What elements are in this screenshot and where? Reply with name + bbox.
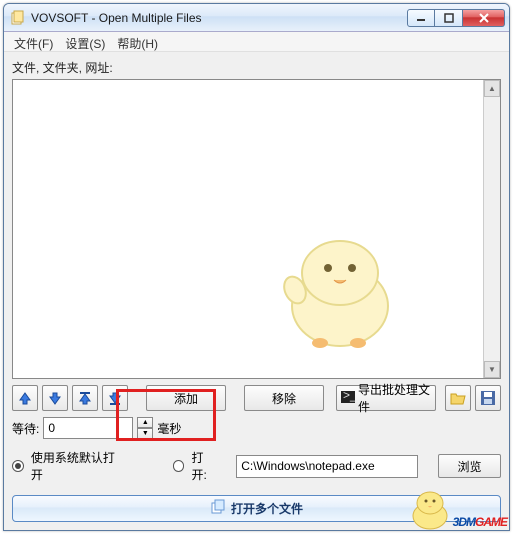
open-files-button[interactable]: 打开多个文件 [12, 495, 501, 522]
toolbar: 添加 移除 >_ 导出批处理文件 [12, 385, 501, 411]
app-window: VOVSOFT - Open Multiple Files 文件(F) 设置(S… [3, 3, 510, 531]
wait-input[interactable] [43, 417, 133, 439]
window-title: VOVSOFT - Open Multiple Files [31, 11, 407, 25]
add-button-label: 添加 [174, 390, 198, 407]
spin-down-button[interactable]: ▼ [137, 428, 153, 439]
menu-settings[interactable]: 设置(S) [59, 34, 111, 49]
wait-label: 等待: [12, 420, 39, 437]
radio-system-default-label: 使用系统默认打开 [31, 449, 125, 483]
window-buttons [407, 9, 505, 27]
menu-bar: 文件(F) 设置(S) 帮助(H) [4, 32, 509, 52]
list-label: 文件, 文件夹, 网址: [12, 59, 501, 76]
move-up-button[interactable] [12, 385, 38, 411]
close-button[interactable] [463, 9, 505, 27]
copy-icon [210, 499, 226, 518]
maximize-button[interactable] [435, 9, 463, 27]
titlebar[interactable]: VOVSOFT - Open Multiple Files [4, 4, 509, 32]
minimize-button[interactable] [407, 9, 435, 27]
wait-row: 等待: ▲▼ 毫秒 [12, 417, 501, 439]
remove-button[interactable]: 移除 [244, 385, 324, 411]
save-button[interactable] [475, 385, 501, 411]
scroll-down-button[interactable]: ▼ [484, 361, 500, 378]
open-folder-button[interactable] [445, 385, 471, 411]
open-method-row: 使用系统默认打开 打开: 浏览 [12, 449, 501, 483]
svg-text:>_: >_ [343, 391, 355, 402]
app-icon [10, 10, 26, 26]
file-list[interactable]: ▲ ▼ [12, 79, 501, 379]
menu-file[interactable]: 文件(F) [8, 34, 59, 49]
menu-help[interactable]: 帮助(H) [111, 34, 164, 49]
spin-up-button[interactable]: ▲ [137, 417, 153, 428]
export-batch-button[interactable]: >_ 导出批处理文件 [336, 385, 436, 411]
move-top-button[interactable] [72, 385, 98, 411]
scroll-up-button[interactable]: ▲ [484, 80, 500, 97]
add-button[interactable]: 添加 [146, 385, 226, 411]
export-batch-label: 导出批处理文件 [358, 381, 431, 415]
open-files-label: 打开多个文件 [231, 500, 303, 517]
wait-spinner[interactable]: ▲▼ [137, 417, 153, 439]
browse-button[interactable]: 浏览 [438, 454, 501, 478]
wait-unit-label: 毫秒 [157, 420, 181, 437]
program-path-input[interactable] [236, 455, 418, 478]
radio-open-with[interactable] [173, 460, 185, 472]
client-area: 文件, 文件夹, 网址: ▲ ▼ 添加 移除 >_ [4, 52, 509, 530]
radio-system-default[interactable] [12, 460, 24, 472]
mascot-image [270, 218, 410, 358]
browse-button-label: 浏览 [458, 458, 482, 475]
move-down-button[interactable] [42, 385, 68, 411]
terminal-icon: >_ [341, 391, 355, 406]
move-bottom-button[interactable] [102, 385, 128, 411]
remove-button-label: 移除 [272, 390, 296, 407]
scrollbar[interactable]: ▲ ▼ [483, 80, 500, 378]
radio-open-with-label: 打开: [191, 449, 218, 483]
